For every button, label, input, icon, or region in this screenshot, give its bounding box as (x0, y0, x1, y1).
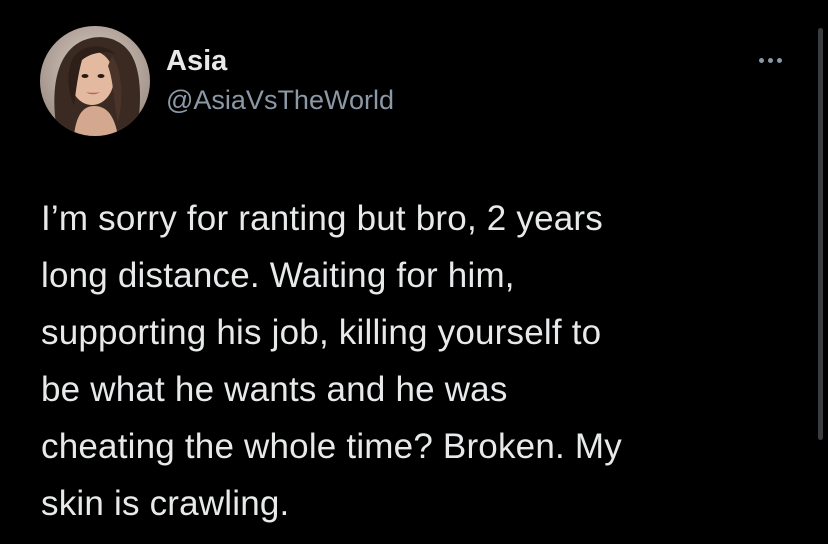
display-name[interactable]: Asia (166, 44, 394, 78)
user-info: Asia @AsiaVsTheWorld (166, 44, 394, 117)
user-handle[interactable]: @AsiaVsTheWorld (166, 83, 394, 117)
scrollbar[interactable] (818, 28, 823, 440)
more-options-icon (758, 57, 764, 63)
more-options-button[interactable] (752, 50, 788, 70)
avatar[interactable] (40, 26, 150, 136)
tweet-text: I’m sorry for ranting but bro, 2 years l… (41, 199, 622, 523)
more-options-icon-dot (776, 57, 782, 63)
more-options-icon-dot (767, 57, 773, 63)
tweet-card: Asia @AsiaVsTheWorld I’m sorry for ranti… (0, 0, 828, 544)
profile-photo-icon (54, 37, 140, 136)
